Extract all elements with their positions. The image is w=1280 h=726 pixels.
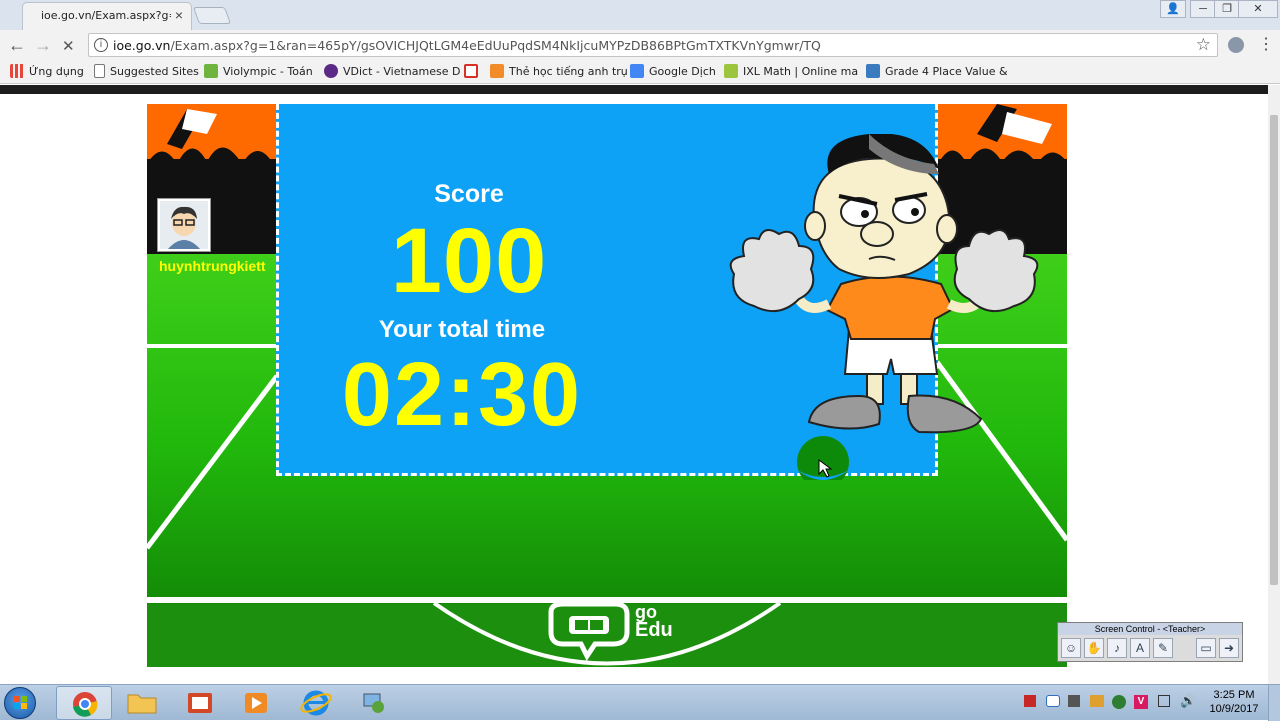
taskbar-explorer[interactable]: [114, 686, 170, 720]
result-panel: Score 100 Your total time 02:30: [276, 104, 1039, 480]
sc-exit-icon[interactable]: ➜: [1219, 638, 1239, 658]
tray-app-icon[interactable]: [1090, 695, 1104, 707]
grade-icon: [866, 64, 880, 78]
maximize-button[interactable]: ❐: [1214, 0, 1240, 18]
sc-user-icon[interactable]: ☺: [1061, 638, 1081, 658]
back-icon[interactable]: ←: [8, 35, 26, 56]
screen-control-title: Screen Control - <Teacher>: [1058, 623, 1242, 635]
bookmark-vdict[interactable]: VDict - Vietnamese D: [324, 64, 460, 78]
chrome-icon: [73, 692, 98, 717]
internet-explorer-icon: [300, 690, 332, 716]
tray-globe-icon[interactable]: [1112, 695, 1126, 709]
sc-screen-icon[interactable]: ▭: [1196, 638, 1216, 658]
stop-loading-icon[interactable]: ✕: [62, 37, 75, 55]
bookmark-the-hoc[interactable]: Thẻ học tiếng anh trụ: [490, 64, 628, 78]
windows-logo-icon: [14, 696, 27, 709]
taskbar-clock[interactable]: 3:25 PM 10/9/2017: [1204, 688, 1264, 716]
network-icon[interactable]: [1158, 695, 1170, 707]
url-text: ioe.go.vn/Exam.aspx?g=1&ran=465pY/gsOVIC…: [113, 38, 821, 53]
screen-control-widget[interactable]: Screen Control - <Teacher> ☺ ✋ ♪ A ✎ ▭ ➜: [1057, 622, 1243, 662]
volume-icon[interactable]: 🔊: [1180, 693, 1196, 709]
new-tab-button[interactable]: [192, 7, 232, 24]
bookmark-google-dich[interactable]: Google Dịch: [630, 64, 716, 78]
taskbar-media[interactable]: [228, 686, 284, 720]
bookmark-ixl[interactable]: IXL Math | Online ma: [724, 64, 858, 78]
url-input[interactable]: i ioe.go.vn/Exam.aspx?g=1&ran=465pY/gsOV…: [88, 33, 1218, 57]
total-time-label: Your total time: [378, 316, 546, 343]
player-avatar: [158, 199, 210, 251]
bookmark-grade4[interactable]: Grade 4 Place Value &: [866, 64, 1008, 78]
chrome-menu-icon[interactable]: ⋮: [1258, 34, 1274, 54]
minimize-button[interactable]: ─: [1190, 0, 1216, 18]
clock-time: 3:25 PM: [1213, 689, 1255, 701]
folder-icon: [127, 694, 157, 714]
taskbar-chrome[interactable]: [56, 686, 112, 720]
extension-icon[interactable]: [1228, 37, 1244, 53]
goalkeeper-illustration: [729, 134, 1039, 434]
game-area: huynhtrungkiett Score 100 Your total tim…: [147, 104, 1067, 667]
bookmark-gmail[interactable]: [464, 64, 483, 78]
windows-taskbar: V 🔊 3:25 PM 10/9/2017: [0, 684, 1280, 721]
tray-zalo-icon[interactable]: [1046, 695, 1060, 707]
forward-icon[interactable]: →: [34, 35, 52, 56]
taskbar-netop[interactable]: [346, 686, 402, 720]
bookmark-suggested-sites[interactable]: Suggested Sites: [94, 64, 199, 78]
gmail-icon: [464, 64, 478, 78]
clock-date: 10/9/2017: [1209, 703, 1259, 715]
tray-v-icon[interactable]: V: [1134, 695, 1148, 709]
scrollbar-thumb[interactable]: [1270, 115, 1278, 585]
sc-text-icon[interactable]: A: [1130, 638, 1150, 658]
user-icon[interactable]: 👤: [1160, 0, 1186, 18]
tray-network-tool-icon[interactable]: [1068, 695, 1080, 707]
show-desktop-button[interactable]: [1268, 685, 1280, 721]
powerpoint-icon: [188, 693, 212, 713]
sc-hand-icon[interactable]: ✋: [1084, 638, 1104, 658]
bookmarks-bar: Ứng dụng Suggested Sites Violympic - Toá…: [0, 60, 1280, 84]
start-button[interactable]: [4, 687, 36, 719]
ixl-icon: [724, 64, 738, 78]
sc-pen-icon[interactable]: ✎: [1153, 638, 1173, 658]
translate-icon: [630, 64, 644, 78]
taskbar-powerpoint[interactable]: [172, 686, 228, 720]
address-toolbar: ← → ✕ i ioe.go.vn/Exam.aspx?g=1&ran=465p…: [0, 30, 1280, 60]
vdict-icon: [324, 64, 338, 78]
site-info-icon[interactable]: i: [94, 38, 108, 52]
goedu-logo: go Edu: [543, 601, 673, 667]
tab-close-icon[interactable]: ×: [175, 7, 183, 23]
cards-icon: [490, 64, 504, 78]
soccer-ball: [797, 436, 849, 480]
media-player-icon: [245, 693, 267, 713]
apps-grid-icon: [10, 64, 24, 78]
score-label: Score: [434, 180, 504, 208]
browser-tab[interactable]: ioe.go.vn/Exam.aspx?g=1 ×: [22, 2, 192, 30]
score-value: 100: [390, 210, 548, 312]
violympic-icon: [204, 64, 218, 78]
taskbar-ie[interactable]: [288, 686, 344, 720]
sc-mic-icon[interactable]: ♪: [1107, 638, 1127, 658]
tab-title: ioe.go.vn/Exam.aspx?g=1: [41, 9, 171, 22]
player-username: huynhtrungkiett: [159, 258, 266, 274]
page-scrollbar[interactable]: [1268, 85, 1280, 685]
bookmark-violympic[interactable]: Violympic - Toán: [204, 64, 313, 78]
site-header-strip: [0, 85, 1268, 94]
bookmark-star-icon[interactable]: ☆: [1196, 35, 1211, 55]
total-time-value: 02:30: [341, 345, 583, 445]
tray-flag-icon[interactable]: [1024, 695, 1036, 707]
bookmark-apps[interactable]: Ứng dụng: [10, 64, 84, 78]
close-window-button[interactable]: ✕: [1238, 0, 1278, 18]
classroom-control-icon: [363, 693, 384, 713]
page-icon: [94, 64, 105, 78]
logo-edu-text: Edu: [635, 619, 673, 641]
browser-tab-bar: ioe.go.vn/Exam.aspx?g=1 × 👤 ─ ❐ ✕: [0, 0, 1280, 30]
